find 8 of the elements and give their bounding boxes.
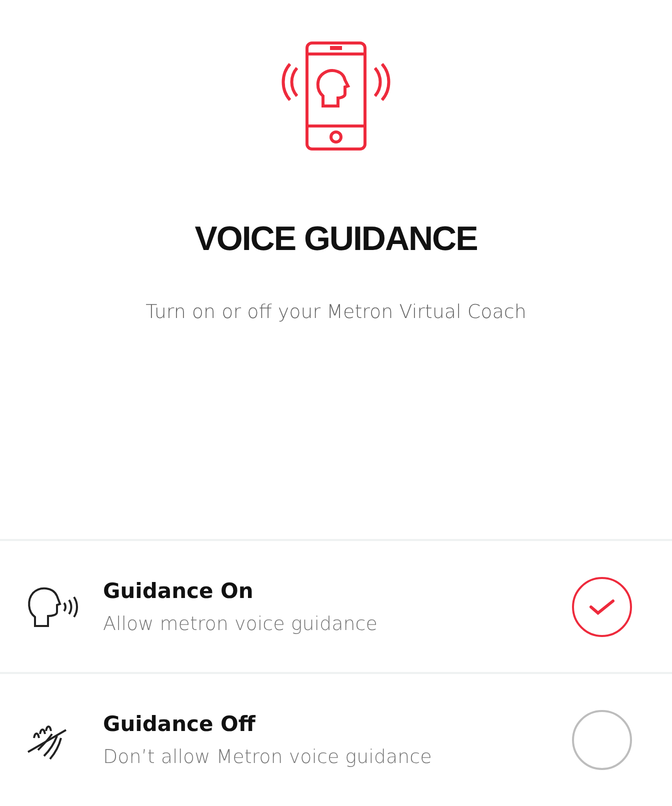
option-description: Allow metron voice guidance [103,612,378,635]
phone-icon [280,40,392,152]
page-title: VOICE GUIDANCE [194,220,478,259]
page-subtitle: Turn on or off your Metron Virtual Coach [146,301,526,323]
option-description: Don’t allow Metron voice guidance [103,746,433,768]
option-title: Guidance Off [103,712,256,736]
check-icon [589,598,615,616]
option-title: Guidance On [103,578,254,603]
